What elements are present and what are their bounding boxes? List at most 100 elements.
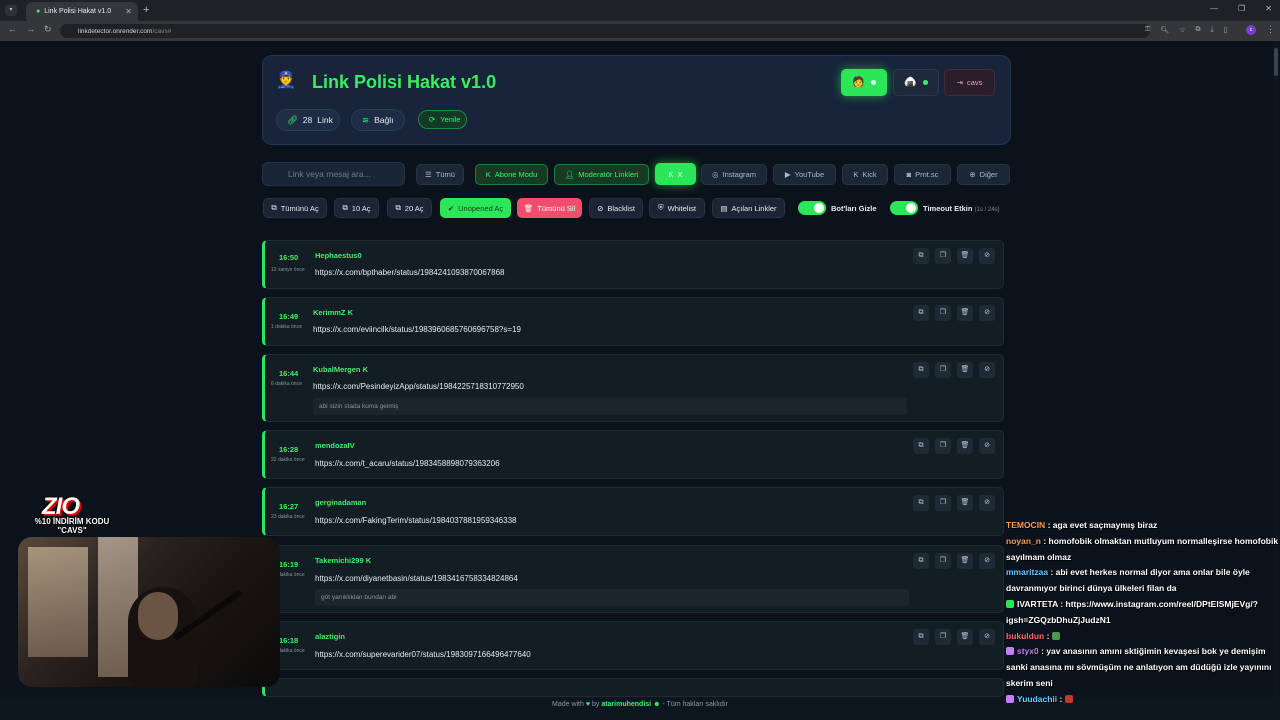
browser-tab[interactable]: ● Link Polisi Hakat v1.0 ✕ — [26, 2, 138, 21]
webcam-overlay — [18, 537, 280, 687]
copy-icon[interactable]: ❐ — [935, 629, 951, 645]
open-10-button[interactable]: ⧉ 10 Aç — [334, 198, 379, 218]
filter-instagram[interactable]: ◎ Instagram — [701, 164, 767, 185]
filter-x-label: X — [677, 169, 683, 179]
link-url[interactable]: https://x.com/PesindeyizApp/status/19842… — [313, 382, 524, 391]
maximize-icon[interactable]: ❐ — [1238, 4, 1245, 13]
ban-icon[interactable]: ⊘ — [979, 629, 995, 645]
refresh-button[interactable]: ⟳ Yenile — [418, 110, 467, 129]
status-dot — [870, 80, 876, 85]
tab-search-icon[interactable]: ▾ — [5, 5, 17, 16]
delete-all-button[interactable]: 🗑︎ Tümünü Sil — [517, 198, 582, 218]
trash-icon[interactable]: 🗑︎ — [957, 495, 973, 511]
open-link-icon[interactable]: ⧉ — [913, 495, 929, 511]
copy-icon[interactable]: ❐ — [935, 438, 951, 454]
forward-icon[interactable]: → — [26, 24, 35, 34]
link-url[interactable]: https://x.com/superevarider07/status/198… — [315, 650, 531, 659]
link-actions: ⧉ ❐ 🗑︎ ⊘ — [913, 553, 995, 569]
trash-icon[interactable]: 🗑︎ — [957, 438, 973, 454]
menu-dots-icon[interactable]: ⋮ — [1266, 24, 1275, 35]
logout-button[interactable]: ⇥ cavs — [944, 69, 995, 96]
link-url[interactable]: https://x.com/t_acaru/status/19834588980… — [315, 459, 500, 468]
copy-icon[interactable]: ❐ — [935, 248, 951, 264]
link-user[interactable]: mendozaIV — [315, 441, 355, 450]
filter-x[interactable]: KX — [655, 163, 696, 185]
open-link-icon[interactable]: ⧉ — [913, 629, 929, 645]
notification-toggle-button[interactable]: 🍙 — [893, 69, 939, 96]
link-user[interactable]: gerginadaman — [315, 498, 366, 507]
sound-on-button[interactable]: 🧑 — [841, 69, 887, 96]
filter-subscriber-mode[interactable]: K Abone Modu — [475, 164, 548, 185]
open-link-icon[interactable]: ⧉ — [913, 438, 929, 454]
profile-avatar[interactable]: c — [1246, 25, 1256, 35]
link-user[interactable]: Hephaestus0 — [315, 251, 362, 260]
kick-sub-icon: K — [362, 365, 369, 374]
ban-icon[interactable]: ⊘ — [979, 495, 995, 511]
minimize-icon[interactable]: — — [1210, 4, 1218, 13]
hide-bots-toggle[interactable] — [798, 201, 826, 215]
page-scrollbar-thumb[interactable] — [1274, 48, 1278, 76]
link-url[interactable]: https://x.com/eviincilk/status/198396068… — [313, 325, 521, 334]
link-user[interactable]: KerimmZ K — [313, 308, 353, 317]
check-circle-icon: ✔ — [447, 203, 455, 213]
trash-icon[interactable]: 🗑︎ — [957, 248, 973, 264]
extensions-icon[interactable]: ⧉ — [1196, 26, 1201, 34]
link-user[interactable]: Takemichi299 K — [315, 556, 371, 565]
link-ago: 6 dakika önce — [271, 381, 302, 387]
trash-icon[interactable]: 🗑︎ — [957, 553, 973, 569]
link-url[interactable]: https://x.com/bpthaber/status/1984241093… — [315, 268, 504, 277]
close-window-icon[interactable]: ✕ — [1265, 4, 1272, 13]
trash-icon[interactable]: 🗑︎ — [957, 305, 973, 321]
new-tab-button[interactable]: + — [143, 4, 149, 16]
filter-prnt[interactable]: ◙ Prnt.sc — [894, 164, 951, 185]
open-unopened-button[interactable]: ✔ Unopened Aç — [440, 198, 511, 218]
filter-kick[interactable]: K Kick — [842, 164, 888, 185]
ban-icon[interactable]: ⊘ — [979, 248, 995, 264]
filter-moderator-links[interactable]: 👤︎ Moderatör Linkleri — [554, 164, 649, 185]
chat-user: Yuudachii — [1017, 693, 1058, 704]
open-link-icon[interactable]: ⧉ — [913, 248, 929, 264]
bookmark-star-icon[interactable]: ☆ — [1179, 26, 1185, 34]
whitelist-button[interactable]: ⛨ Whitelist — [649, 198, 705, 218]
copy-icon[interactable]: ❐ — [935, 362, 951, 378]
sidebar-icon[interactable]: ▯ — [1224, 26, 1228, 34]
chat-text: : yav anasının amını sktiğimin kevaşesi … — [1006, 646, 1272, 688]
open-link-icon[interactable]: ⧉ — [913, 362, 929, 378]
trash-icon[interactable]: 🗑︎ — [957, 362, 973, 378]
tab-close-icon[interactable]: ✕ — [125, 7, 132, 16]
footer-author[interactable]: atarimuhendisi — [601, 701, 651, 708]
ban-icon[interactable]: ⊘ — [979, 438, 995, 454]
filter-youtube[interactable]: ▶ YouTube — [773, 164, 836, 185]
copy-icon[interactable]: ❐ — [935, 495, 951, 511]
open-link-icon[interactable]: ⧉ — [913, 553, 929, 569]
zoom-icon[interactable]: 🔍︎ — [1160, 26, 1169, 34]
link-actions: ⧉ ❐ 🗑︎ ⊘ — [913, 438, 995, 454]
key-icon[interactable]: ⚿ — [1145, 26, 1150, 34]
copy-icon[interactable]: ❐ — [935, 305, 951, 321]
reload-icon[interactable]: ↻ — [44, 24, 52, 35]
link-user[interactable]: KubalMergen K — [313, 365, 368, 374]
back-icon[interactable]: ← — [8, 24, 17, 34]
blacklist-button[interactable]: ⊘ Blacklist — [589, 198, 643, 218]
open-20-button[interactable]: ⧉ 20 Aç — [387, 198, 432, 218]
trash-icon[interactable]: 🗑︎ — [957, 629, 973, 645]
ban-icon[interactable]: ⊘ — [979, 305, 995, 321]
status-dot — [922, 80, 928, 85]
search-input[interactable]: Link veya mesaj ara... — [262, 162, 405, 186]
url-field[interactable]: linkdetector.onrender.com/cavs# — [60, 24, 1150, 38]
filter-all[interactable]: ☰ Tümü — [416, 164, 464, 185]
timeout-toggle[interactable] — [890, 201, 918, 215]
ban-icon[interactable]: ⊘ — [979, 362, 995, 378]
opened-links-button[interactable]: ▤ Açılan Linkler — [712, 198, 785, 218]
download-icon[interactable]: ⤓ — [1211, 26, 1214, 34]
filter-other[interactable]: ⊕ Diğer — [957, 164, 1010, 185]
link-card: 16:44 6 dakika önce KubalMergen K https:… — [262, 354, 1004, 422]
open-link-icon[interactable]: ⧉ — [913, 305, 929, 321]
ban-icon[interactable]: ⊘ — [979, 553, 995, 569]
open-all-button[interactable]: ⧉ Tümünü Aç — [263, 198, 327, 218]
copy-icon[interactable]: ❐ — [935, 553, 951, 569]
chat-user: bukuldun — [1006, 630, 1045, 641]
link-url[interactable]: https://x.com/FakingTerim/status/1984037… — [315, 516, 516, 525]
link-user[interactable]: alaztigin — [315, 632, 345, 641]
link-url[interactable]: https://x.com/diyanetbasin/status/198341… — [315, 574, 518, 583]
